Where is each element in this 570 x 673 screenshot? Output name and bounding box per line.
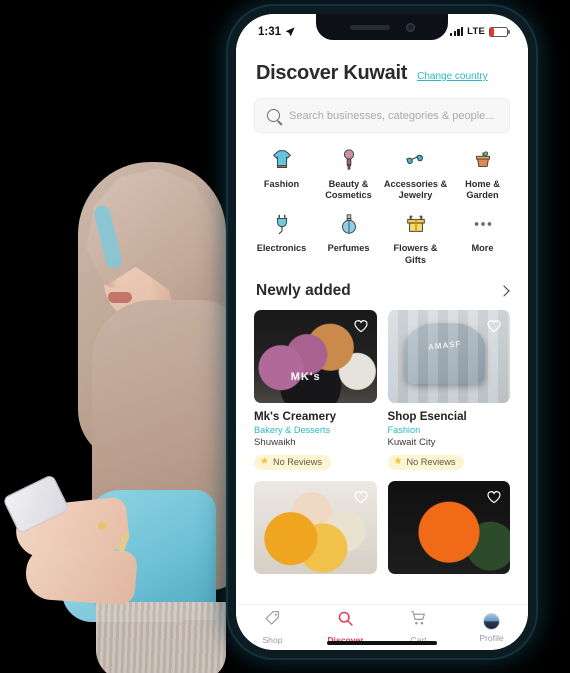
phone-screen: 1:31 LTE Discover Kuwait Change country — [236, 14, 528, 650]
search-bar[interactable]: Search businesses, categories & people..… — [254, 98, 510, 133]
tab-shop[interactable]: Shop — [236, 610, 309, 645]
front-camera-icon — [405, 22, 415, 32]
business-card-partial[interactable] — [254, 480, 377, 574]
tab-discover[interactable]: Discover — [309, 610, 382, 645]
home-indicator — [327, 641, 437, 645]
status-time: 1:31 — [258, 25, 282, 38]
category-label: Home & Garden — [465, 179, 500, 201]
change-country-link[interactable]: Change country — [417, 71, 488, 82]
plug-icon — [269, 211, 295, 237]
screenshot-stage: 1:31 LTE Discover Kuwait Change country — [0, 0, 570, 673]
heart-outline-icon[interactable] — [486, 489, 502, 505]
business-thumbnail: AMASF — [387, 309, 510, 403]
business-name: Mk's Creamery — [254, 409, 337, 423]
earpiece-speaker-icon — [349, 24, 390, 30]
search-input[interactable]: Search businesses, categories & people..… — [289, 110, 494, 122]
tag-icon — [264, 610, 281, 632]
category-item-beauty-cosmetics[interactable]: Beauty & Cosmetics — [315, 147, 382, 201]
ellipsis-icon — [470, 211, 496, 237]
battery-low-icon — [489, 26, 510, 37]
newly-added-grid: MK's Mk's Creamery Bakery & Desserts Shu… — [236, 309, 528, 574]
search-icon — [267, 109, 280, 122]
category-item-fashion[interactable]: Fashion — [248, 147, 315, 201]
signal-bars-icon — [450, 27, 464, 36]
business-name: Shop Esencial — [387, 409, 467, 423]
category-label: Fashion — [263, 179, 300, 189]
category-item-more[interactable]: More — [449, 211, 516, 265]
category-item-home-garden[interactable]: Home & Garden — [449, 147, 516, 201]
status-bar-left: 1:31 — [258, 25, 295, 38]
category-label: Electronics — [256, 243, 307, 254]
thumbnail-caption: AMASF — [427, 338, 462, 352]
phone-mockup: 1:31 LTE Discover Kuwait Change country — [228, 6, 536, 658]
location-arrow-icon — [285, 27, 295, 37]
heart-outline-icon[interactable] — [353, 318, 369, 334]
category-label: Beauty & Cosmetics — [325, 179, 372, 201]
category-item-accessories-jewelry[interactable]: Accessories & Jewelry — [382, 147, 449, 201]
business-card[interactable]: MK's Mk's Creamery Bakery & Desserts Shu… — [254, 309, 377, 470]
business-card[interactable]: AMASF Shop Esencial Fashion Kuwait City … — [387, 309, 510, 470]
category-label: Perfumes — [327, 243, 370, 254]
business-location: Kuwait City — [387, 436, 436, 448]
category-item-electronics[interactable]: Electronics — [248, 211, 315, 265]
business-card-partial[interactable] — [387, 480, 510, 574]
thumbnail-caption: MK's — [290, 371, 321, 384]
phone-notch — [316, 14, 448, 40]
heart-outline-icon[interactable] — [486, 318, 502, 334]
sunglasses-icon — [403, 147, 429, 173]
category-grid: Fashion Beauty & Cosmetics Accessories &… — [236, 133, 528, 266]
chevron-right-icon[interactable] — [498, 285, 510, 297]
lipstick-icon — [336, 147, 362, 173]
star-icon: ★ — [260, 456, 269, 468]
status-bar-right: LTE — [450, 26, 510, 37]
category-label: Flowers & Gifts — [393, 243, 438, 265]
network-label: LTE — [467, 26, 485, 37]
badge-label: No Reviews — [406, 457, 456, 468]
business-thumbnail — [254, 480, 377, 574]
status-badge: ★ No Reviews — [254, 454, 331, 470]
page-header: Discover Kuwait Change country — [236, 44, 528, 85]
category-item-flowers-gifts[interactable]: Flowers & Gifts — [382, 211, 449, 265]
tab-profile[interactable]: Profile — [455, 612, 528, 643]
category-label: Accessories & Jewelry — [383, 179, 448, 201]
heart-outline-icon[interactable] — [353, 489, 369, 505]
potted-plant-icon — [470, 147, 496, 173]
app-content: Discover Kuwait Change country Search bu… — [236, 44, 528, 604]
star-icon: ★ — [393, 456, 403, 468]
newly-added-section-header: Newly added — [236, 266, 528, 310]
business-category: Fashion — [387, 424, 421, 435]
hero-photo-woman-using-phone — [0, 150, 250, 673]
tshirt-icon — [269, 147, 295, 173]
business-thumbnail — [387, 480, 510, 574]
business-location: Shuwaikh — [254, 436, 296, 448]
status-badge: ★ No Reviews — [387, 454, 465, 470]
category-item-perfumes[interactable]: Perfumes — [315, 211, 382, 265]
tab-label: Profile — [479, 632, 504, 643]
avatar-icon — [483, 612, 500, 630]
badge-label: No Reviews — [272, 457, 322, 468]
tab-cart[interactable]: Cart — [382, 610, 455, 645]
section-title: Newly added — [256, 281, 351, 299]
page-title: Discover Kuwait — [256, 62, 408, 84]
tab-label: Shop — [262, 635, 283, 645]
business-thumbnail: MK's — [254, 309, 377, 403]
category-label: More — [471, 243, 494, 254]
cart-icon — [410, 610, 427, 632]
search-icon — [337, 610, 354, 632]
business-category: Bakery & Desserts — [254, 424, 331, 435]
perfume-bottle-icon — [336, 211, 362, 237]
gift-box-icon — [403, 211, 429, 237]
